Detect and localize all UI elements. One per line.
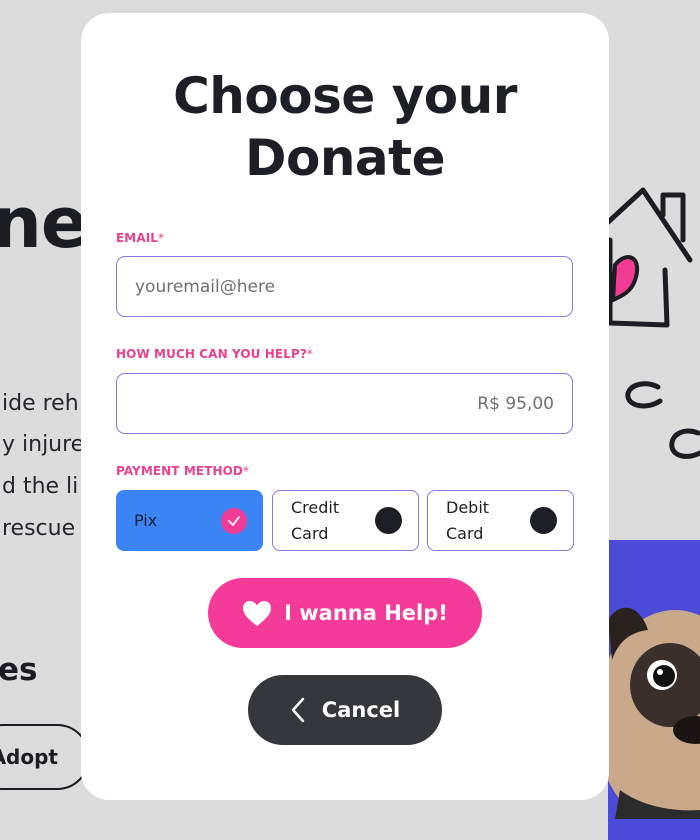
email-label: EMAIL*	[116, 231, 164, 245]
adopt-button[interactable]: Adopt	[0, 724, 90, 790]
email-field[interactable]	[116, 256, 573, 317]
amount-label: HOW MUCH CAN YOU HELP?*	[116, 347, 313, 361]
payment-option-label: Debit Card	[446, 497, 490, 543]
payment-option-label: Pix	[134, 510, 158, 530]
payment-method-label-text: PAYMENT METHOD	[116, 464, 243, 478]
pug-dog-image	[600, 607, 700, 819]
hero-text-line: ide reh	[2, 391, 79, 416]
doodle-swirl-icon	[625, 381, 700, 459]
help-button[interactable]: I wanna Help!	[208, 578, 482, 648]
chevron-left-icon	[291, 697, 305, 723]
amount-label-text: HOW MUCH CAN YOU HELP?	[116, 347, 307, 361]
modal-title-line-2: Donate	[244, 129, 446, 187]
radio-icon	[375, 507, 402, 534]
hero-heading-fragment: ne	[0, 182, 88, 264]
payment-method-label: PAYMENT METHOD*	[116, 464, 249, 478]
help-button-label: I wanna Help!	[284, 601, 448, 625]
radio-icon	[530, 507, 557, 534]
amount-field[interactable]	[116, 373, 573, 434]
hero-text-line: y injure	[2, 432, 85, 457]
heart-icon	[243, 600, 272, 626]
section-heading-fragment: es	[0, 652, 38, 688]
cancel-button-label: Cancel	[321, 698, 401, 722]
cancel-button[interactable]: Cancel	[248, 675, 442, 745]
modal-title: Choose your Donate	[81, 65, 609, 189]
hero-text-line: d the li	[2, 474, 79, 499]
donate-modal: Choose your Donate EMAIL* HOW MUCH CAN Y…	[81, 13, 609, 800]
required-mark: *	[158, 231, 165, 245]
check-icon	[221, 507, 247, 534]
hero-text-line: rescue	[2, 516, 76, 541]
payment-option-label: Credit Card	[291, 497, 340, 543]
payment-option-debit-card[interactable]: Debit Card	[427, 490, 574, 551]
email-label-text: EMAIL	[116, 231, 159, 245]
payment-option-pix[interactable]: Pix	[116, 490, 263, 551]
required-mark: *	[306, 347, 314, 361]
house-heart-icon	[602, 187, 693, 328]
modal-title-line-1: Choose your	[173, 67, 517, 125]
payment-option-credit-card[interactable]: Credit Card	[272, 490, 419, 551]
required-mark: *	[243, 464, 250, 478]
